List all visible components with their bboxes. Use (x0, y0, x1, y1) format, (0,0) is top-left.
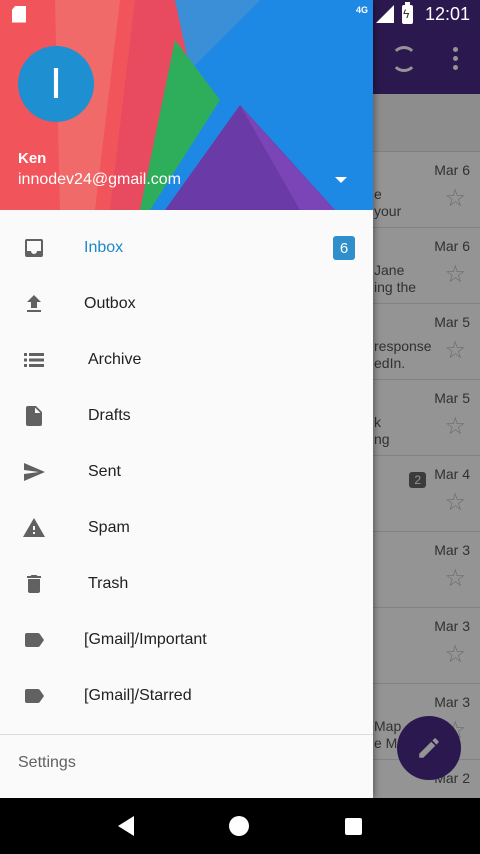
signal-icon (375, 5, 394, 23)
home-icon[interactable] (229, 816, 250, 836)
nav-label: Sent (88, 463, 121, 480)
nav-label: [Gmail]/Important (84, 631, 207, 648)
status-bar: 4G ϟ 12:01 (0, 0, 480, 28)
folder-list: Inbox 6 Outbox Archive Drafts Sent Spam … (0, 220, 373, 724)
send-icon (24, 463, 45, 481)
divider (0, 734, 373, 735)
back-icon[interactable] (117, 816, 134, 836)
navigation-drawer: I Ken innodev24@gmail.com Inbox 6 Outbox… (0, 0, 373, 798)
trash-icon (27, 575, 41, 593)
account-email: innodev24@gmail.com (18, 171, 181, 188)
label-icon (25, 633, 44, 647)
nav-label: Archive (88, 351, 142, 368)
clock: 12:01 (424, 3, 470, 24)
system-nav-bar (0, 798, 480, 854)
label-icon (25, 689, 44, 703)
nav-label: Outbox (84, 295, 136, 312)
battery-icon: ϟ (401, 1, 413, 24)
network-type: 4G (355, 5, 368, 15)
nav-item-trash[interactable]: Trash (0, 556, 373, 612)
nav-label: Inbox (84, 239, 124, 256)
spam-icon (23, 518, 45, 537)
drafts-icon (26, 406, 42, 426)
nav-label: [Gmail]/Starred (84, 687, 192, 704)
recents-icon[interactable] (345, 817, 363, 835)
nav-label: Trash (88, 575, 129, 592)
outbox-icon (27, 295, 41, 312)
nav-item-drafts[interactable]: Drafts (0, 388, 373, 444)
nav-item-starred[interactable]: [Gmail]/Starred (0, 668, 373, 724)
archive-icon (24, 353, 44, 367)
avatar[interactable]: I (18, 46, 94, 122)
nav-item-inbox[interactable]: Inbox 6 (0, 220, 373, 276)
chevron-down-icon[interactable] (335, 177, 347, 183)
nav-item-archive[interactable]: Archive (0, 332, 373, 388)
inbox-icon (25, 239, 43, 257)
nav-label: Drafts (88, 407, 131, 424)
settings-item[interactable]: Settings (18, 754, 76, 772)
account-name: Ken (18, 150, 47, 167)
nav-item-important[interactable]: [Gmail]/Important (0, 612, 373, 668)
nav-item-outbox[interactable]: Outbox (0, 276, 373, 332)
account-header: I Ken innodev24@gmail.com (0, 0, 373, 210)
unread-count-badge: 6 (333, 236, 355, 260)
nav-item-spam[interactable]: Spam (0, 500, 373, 556)
nav-label: Spam (88, 519, 130, 536)
sd-card-icon (12, 5, 26, 23)
nav-item-sent[interactable]: Sent (0, 444, 373, 500)
